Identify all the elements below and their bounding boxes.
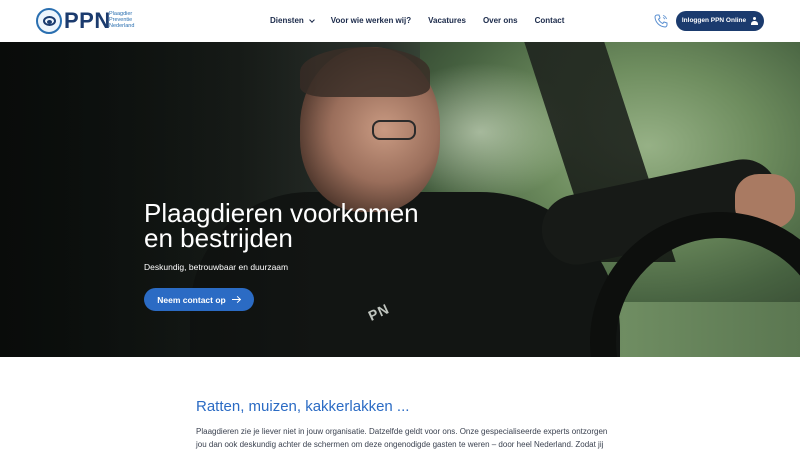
login-label: Inloggen PPN Online [681,17,747,24]
cta-label: Neem contact op [157,294,226,305]
section-title: Ratten, muizen, kakkerlakken ... [196,398,410,415]
logo-sub-line: Nederland [109,23,135,29]
body-line: jou dan ook deskundig achter de schermen… [196,439,604,449]
phone-icon[interactable] [653,13,669,29]
ppn-logo[interactable]: PPN Plaagdier Preventie Nederland [36,8,140,34]
site-header: PPN Plaagdier Preventie Nederland Dienst… [0,0,800,42]
nav-item-voor-wie[interactable]: Voor wie werken wij? [331,15,411,27]
nav-label: Over ons [482,16,518,25]
hero-subtitle: Deskundig, betrouwbaar en duurzaam [144,262,289,272]
body-line: Plaagdieren zie je liever niet in jouw o… [196,427,608,436]
glasses [372,120,416,140]
section-body: Plaagdieren zie je liever niet in jouw o… [196,426,608,450]
nav-label: Contact [534,16,565,25]
hero-title: Plaagdieren voorkomen en bestrijden [144,200,464,253]
hero-title-line: en bestrijden [144,223,293,253]
contact-cta-button[interactable]: Neem contact op [144,288,254,311]
chevron-down-icon [308,16,315,23]
arrow-right-icon [231,297,241,303]
nav-item-vacatures[interactable]: Vacatures [428,15,466,27]
logo-badge-icon [36,8,62,34]
nav-label: Voor wie werken wij? [330,16,412,25]
main-nav: Diensten Voor wie werken wij? Vacatures … [270,15,581,27]
login-ppn-online-button[interactable]: Inloggen PPN Online [676,11,764,31]
nav-item-over-ons[interactable]: Over ons [483,15,518,27]
nav-label: Diensten [270,16,304,25]
logo-subtitle: Plaagdier Preventie Nederland [109,11,134,29]
nav-item-contact[interactable]: Contact [535,15,565,27]
user-icon [751,17,759,25]
nav-label: Vacatures [428,16,466,25]
nav-item-diensten[interactable]: Diensten [270,15,315,27]
logo-text: PPN [64,8,111,33]
